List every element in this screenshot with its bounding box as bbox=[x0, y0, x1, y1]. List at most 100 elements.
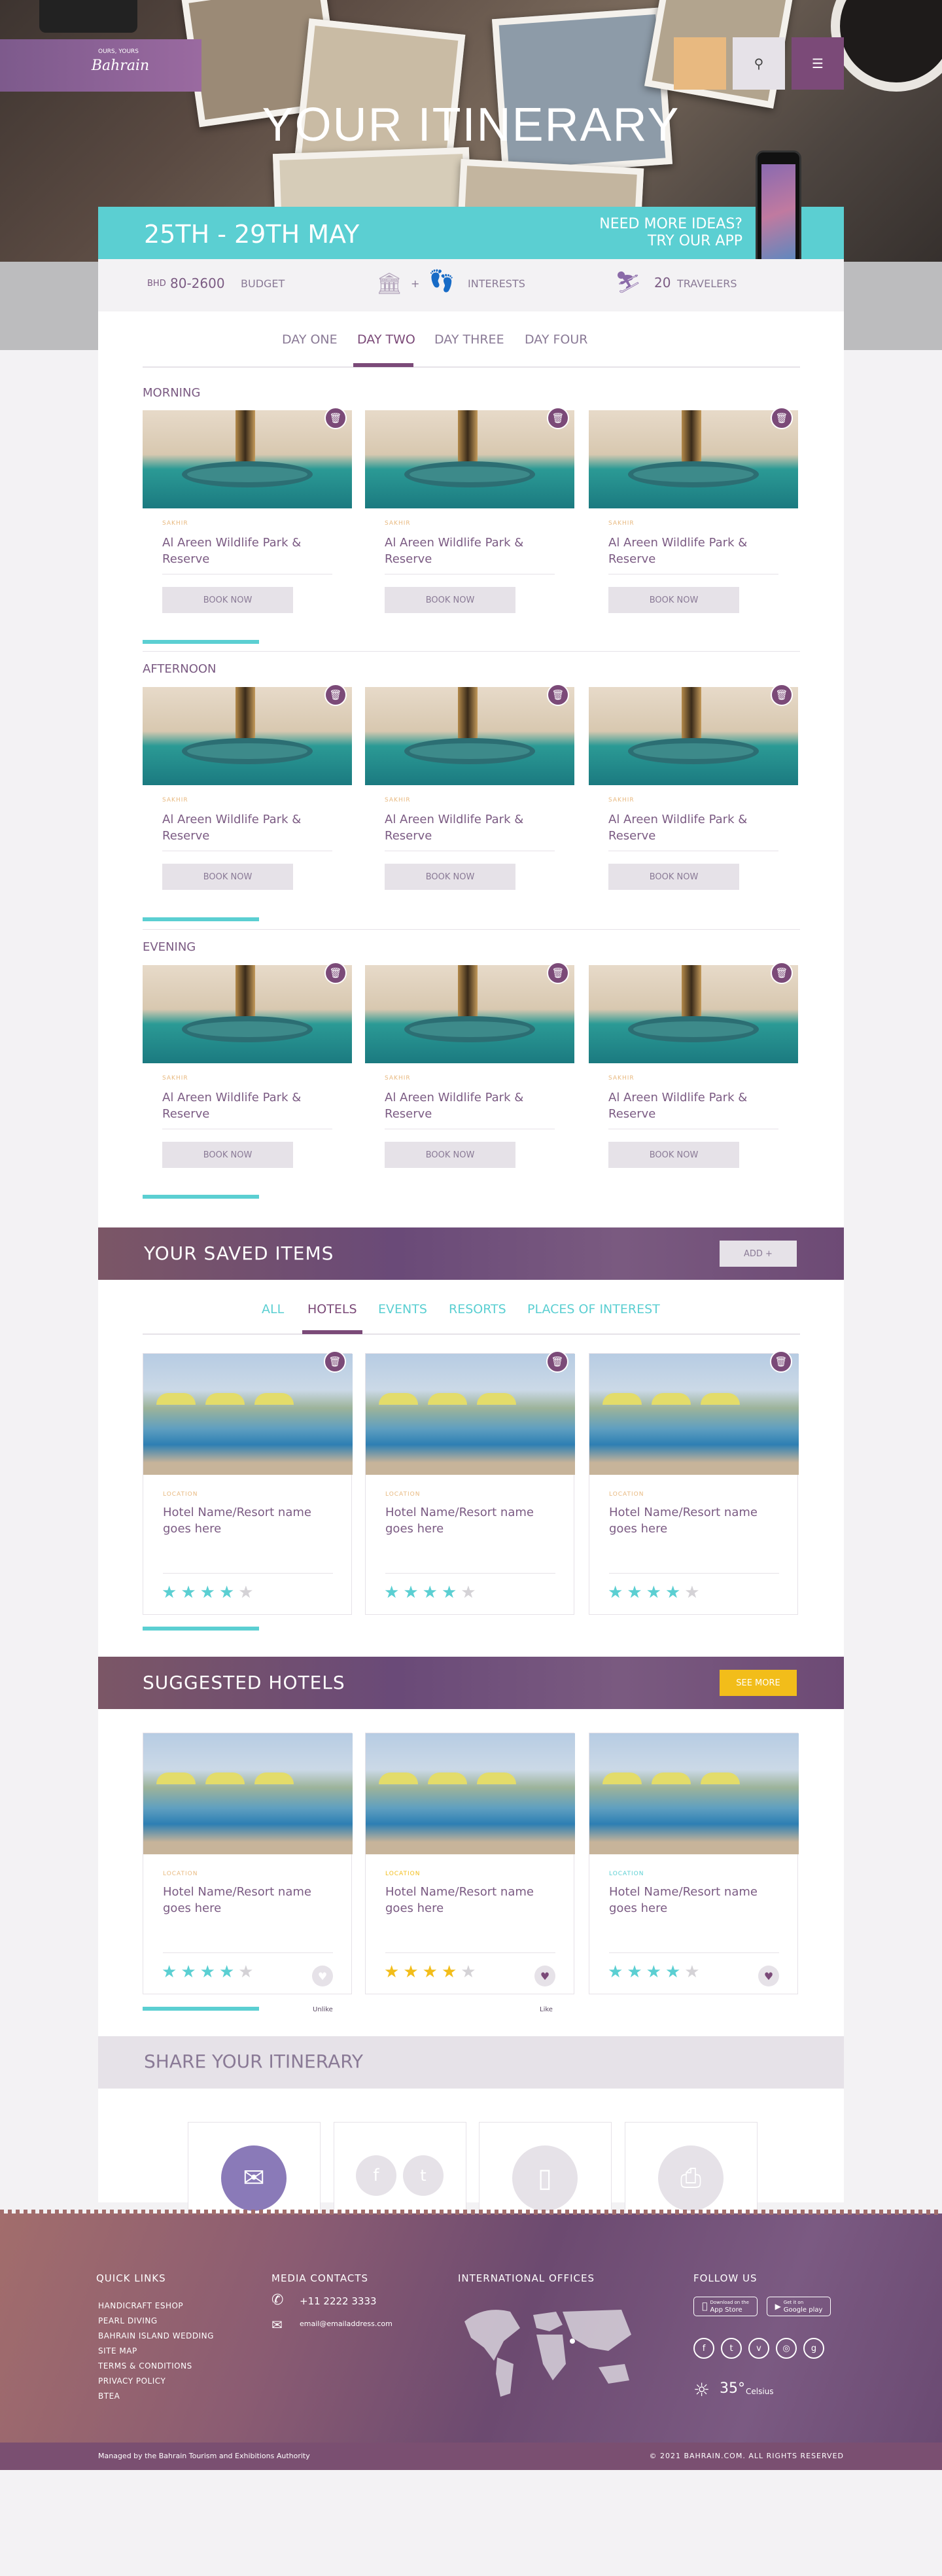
delete-button[interactable]: 🗑 bbox=[770, 1350, 792, 1373]
like-button[interactable]: ♥ bbox=[534, 1966, 555, 1986]
activity-card[interactable]: 🗑 SAKHIR Al Areen Wildlife Park & Reserve B… bbox=[365, 684, 574, 896]
hotel-name[interactable]: Hotel Name/Resort name goes here bbox=[163, 1504, 320, 1537]
app-store-badge[interactable]: Download on theApp Store bbox=[693, 2297, 758, 2316]
hotel-card[interactable]: 🗑 LOCATION Hotel Name/Resort name goes her… bbox=[365, 1350, 575, 1615]
activity-card[interactable]: 🗑 SAKHIR Al Areen Wildlife Park & Reserve B… bbox=[589, 407, 798, 620]
hotel-name[interactable]: Hotel Name/Resort name goes here bbox=[385, 1884, 542, 1916]
delete-button[interactable]: 🗑 bbox=[547, 407, 569, 429]
quick-link[interactable]: HANDICRAFT ESHOP bbox=[98, 2299, 214, 2314]
book-now-button[interactable]: BOOK NOW bbox=[608, 587, 739, 613]
app-promo-link[interactable]: NEED MORE IDEAS? TRY OUR APP bbox=[599, 216, 742, 250]
facebook-icon[interactable]: f bbox=[356, 2155, 396, 2196]
activity-card[interactable]: 🗑 SAKHIR Al Areen Wildlife Park & Reserve B… bbox=[589, 684, 798, 896]
delete-button[interactable]: 🗑 bbox=[771, 962, 793, 984]
delete-button[interactable]: 🗑 bbox=[324, 1350, 346, 1373]
slot-accent-bar bbox=[143, 917, 259, 921]
activity-card[interactable]: 🗑 SAKHIR Al Areen Wildlife Park & Reserve B… bbox=[365, 962, 574, 1174]
share-print-box[interactable]: ⎙ bbox=[625, 2122, 758, 2214]
activity-name[interactable]: Al Areen Wildlife Park & Reserve bbox=[385, 535, 542, 567]
share-sms-box[interactable]: ▯ bbox=[479, 2122, 612, 2214]
delete-button[interactable]: 🗑 bbox=[324, 962, 347, 984]
book-now-button[interactable]: BOOK NOW bbox=[608, 864, 739, 890]
activity-name[interactable]: Al Areen Wildlife Park & Reserve bbox=[162, 811, 319, 844]
like-button[interactable]: ♥ bbox=[758, 1966, 779, 1986]
book-now-button[interactable]: BOOK NOW bbox=[385, 864, 515, 890]
hotel-card[interactable]: LOCATION Hotel Name/Resort name goes here… bbox=[589, 1733, 799, 1994]
tab-events[interactable]: EVENTS bbox=[378, 1302, 427, 1316]
delete-button[interactable]: 🗑 bbox=[324, 684, 347, 706]
umbrella-shape bbox=[602, 1393, 642, 1405]
tab-all[interactable]: ALL bbox=[262, 1302, 284, 1316]
share-social-box[interactable]: f t bbox=[334, 2122, 466, 2214]
delete-button[interactable]: 🗑 bbox=[771, 684, 793, 706]
quick-link[interactable]: PRIVACY POLICY bbox=[98, 2374, 214, 2389]
hotel-name[interactable]: Hotel Name/Resort name goes here bbox=[385, 1504, 542, 1537]
media-email[interactable]: email@emailaddress.com bbox=[300, 2320, 392, 2328]
google-plus-icon[interactable]: g bbox=[803, 2338, 824, 2359]
tab-hotels[interactable]: HOTELS bbox=[307, 1302, 357, 1316]
hotel-card[interactable]: LOCATION Hotel Name/Resort name goes here… bbox=[365, 1733, 575, 1994]
facebook-icon[interactable]: f bbox=[693, 2338, 714, 2359]
book-now-button[interactable]: BOOK NOW bbox=[162, 1142, 293, 1168]
activity-card[interactable]: 🗑 SAKHIR Al Areen Wildlife Park & Reserve B… bbox=[143, 407, 352, 620]
delete-button[interactable]: 🗑 bbox=[546, 1350, 568, 1373]
hotel-card[interactable]: 🗑 LOCATION Hotel Name/Resort name goes her… bbox=[589, 1350, 799, 1615]
book-now-button[interactable]: BOOK NOW bbox=[162, 864, 293, 890]
activity-name[interactable]: Al Areen Wildlife Park & Reserve bbox=[608, 1089, 765, 1122]
book-now-button[interactable]: BOOK NOW bbox=[162, 587, 293, 613]
delete-button[interactable]: 🗑 bbox=[771, 407, 793, 429]
activity-name[interactable]: Al Areen Wildlife Park & Reserve bbox=[162, 1089, 319, 1122]
tab-day-four[interactable]: DAY FOUR bbox=[525, 332, 587, 347]
tab-day-one[interactable]: DAY ONE bbox=[282, 332, 338, 347]
twitter-icon[interactable]: t bbox=[403, 2155, 444, 2196]
media-phone[interactable]: +11 2222 3333 bbox=[300, 2295, 377, 2307]
menu-button[interactable]: ☰ bbox=[792, 37, 844, 90]
activity-name[interactable]: Al Areen Wildlife Park & Reserve bbox=[162, 535, 319, 567]
like-button[interactable]: ♥ bbox=[312, 1966, 333, 1986]
tabs-divider bbox=[143, 366, 800, 368]
interests-label[interactable]: INTERESTS bbox=[468, 277, 525, 290]
twitter-icon[interactable]: t bbox=[721, 2338, 742, 2359]
vimeo-icon[interactable]: v bbox=[748, 2338, 769, 2359]
activity-card[interactable]: 🗑 SAKHIR Al Areen Wildlife Park & Reserve B… bbox=[589, 962, 798, 1174]
quick-link[interactable]: SITE MAP bbox=[98, 2344, 214, 2359]
activity-card[interactable]: 🗑 SAKHIR Al Areen Wildlife Park & Reserve B… bbox=[143, 684, 352, 896]
share-email-box[interactable]: ✉ bbox=[188, 2122, 321, 2214]
hotel-card[interactable]: 🗑 LOCATION Hotel Name/Resort name goes her… bbox=[143, 1350, 353, 1615]
activity-name[interactable]: Al Areen Wildlife Park & Reserve bbox=[608, 811, 765, 844]
book-now-button[interactable]: BOOK NOW bbox=[608, 1142, 739, 1168]
user-button[interactable] bbox=[674, 37, 726, 90]
book-now-button[interactable]: BOOK NOW bbox=[385, 1142, 515, 1168]
delete-button[interactable]: 🗑 bbox=[547, 962, 569, 984]
site-logo[interactable]: OURS, YOURS Bahrain bbox=[0, 39, 201, 92]
google-play-badge[interactable]: ▶ Get it on Google play bbox=[767, 2297, 831, 2316]
hotel-name[interactable]: Hotel Name/Resort name goes here bbox=[163, 1884, 320, 1916]
hotel-name[interactable]: Hotel Name/Resort name goes here bbox=[609, 1504, 766, 1537]
slot-label-evening: EVENING bbox=[143, 940, 196, 954]
search-button[interactable]: ⚲ bbox=[733, 37, 785, 90]
delete-button[interactable]: 🗑 bbox=[324, 407, 347, 429]
activity-name[interactable]: Al Areen Wildlife Park & Reserve bbox=[608, 535, 765, 567]
world-map[interactable] bbox=[458, 2302, 641, 2400]
hotel-name[interactable]: Hotel Name/Resort name goes here bbox=[609, 1884, 766, 1916]
suggested-hotels-header: SUGGESTED HOTELS SEE MORE bbox=[98, 1657, 844, 1709]
tab-day-two[interactable]: DAY TWO bbox=[357, 332, 415, 347]
hotel-card[interactable]: LOCATION Hotel Name/Resort name goes here… bbox=[143, 1733, 353, 1994]
activity-card[interactable]: 🗑 SAKHIR Al Areen Wildlife Park & Reserve B… bbox=[143, 962, 352, 1174]
see-more-button[interactable]: SEE MORE bbox=[720, 1670, 797, 1696]
quick-link[interactable]: BAHRAIN ISLAND WEDDING bbox=[98, 2329, 214, 2344]
book-now-button[interactable]: BOOK NOW bbox=[385, 587, 515, 613]
quick-link[interactable]: BTEA bbox=[98, 2389, 214, 2404]
activity-name[interactable]: Al Areen Wildlife Park & Reserve bbox=[385, 1089, 542, 1122]
add-item-button[interactable]: ADD + bbox=[720, 1241, 797, 1267]
quick-link[interactable]: PEARL DIVING bbox=[98, 2314, 214, 2329]
quick-link[interactable]: TERMS & CONDITIONS bbox=[98, 2359, 214, 2374]
activity-card[interactable]: 🗑 SAKHIR Al Areen Wildlife Park & Reserve B… bbox=[365, 407, 574, 620]
instagram-icon[interactable]: ◎ bbox=[776, 2338, 797, 2359]
delete-button[interactable]: 🗑 bbox=[547, 684, 569, 706]
tab-day-three[interactable]: DAY THREE bbox=[434, 332, 504, 347]
tab-places-of-interest[interactable]: PLACES OF INTEREST bbox=[527, 1302, 660, 1316]
activity-name[interactable]: Al Areen Wildlife Park & Reserve bbox=[385, 811, 542, 844]
tab-resorts[interactable]: RESORTS bbox=[449, 1302, 506, 1316]
saved-items-title: YOUR SAVED ITEMS bbox=[144, 1243, 334, 1264]
